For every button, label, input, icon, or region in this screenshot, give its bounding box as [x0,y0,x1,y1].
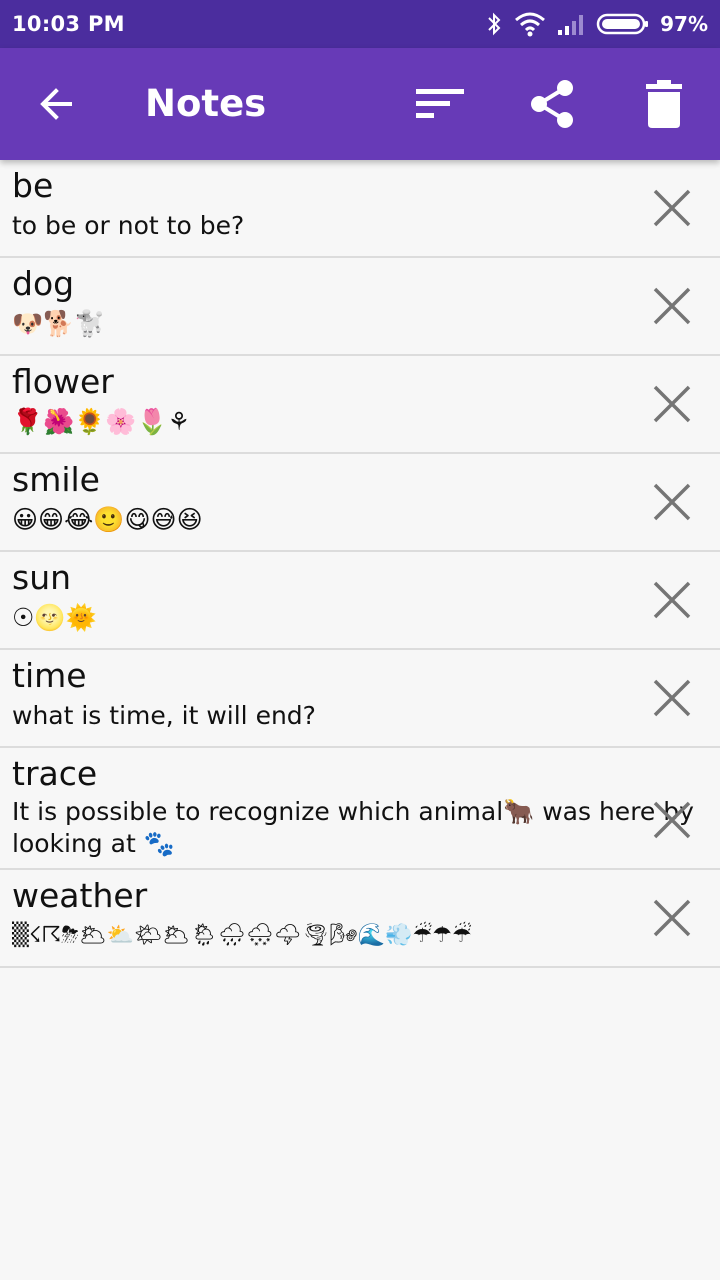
note-body: It is possible to recognize which animal… [12,797,694,858]
note-item-dog[interactable]: dog 🐶🐕🐩 [0,258,720,356]
delete-note-button[interactable] [650,578,694,622]
page-title: Notes [145,82,267,125]
status-icons: 97% [484,11,708,37]
delete-note-button[interactable] [650,186,694,230]
close-icon [653,581,691,619]
note-item-trace[interactable]: trace It is possible to recognize which … [0,748,720,870]
sort-icon [416,89,464,118]
note-title: be [12,166,54,205]
note-title: dog [12,264,75,303]
status-bar: 10:03 PM 97% [0,0,720,48]
bluetooth-icon [484,11,504,37]
delete-note-button[interactable] [650,798,694,842]
note-body: 😀😁😂🙂😋😅😆 [12,505,203,534]
note-title: flower [12,362,114,401]
signal-icon [556,12,586,36]
note-item-flower[interactable]: flower 🌹🌺🌻🌸🌷⚘ [0,356,720,454]
share-button[interactable] [522,74,582,134]
delete-note-button[interactable] [650,896,694,940]
note-item-time[interactable]: time what is time, it will end? [0,650,720,748]
notes-list: be to be or not to be? dog 🐶🐕🐩 flower 🌹🌺… [0,160,720,968]
share-icon [531,80,573,128]
sort-button[interactable] [410,78,470,130]
close-icon [653,899,691,937]
trash-icon [646,80,682,128]
delete-note-button[interactable] [650,382,694,426]
back-button[interactable] [30,78,82,130]
note-body: 🐶🐕🐩 [12,309,106,338]
back-arrow-icon [40,88,72,120]
note-body: ☉🌝🌞 [12,603,97,632]
close-icon [653,189,691,227]
delete-note-button[interactable] [650,284,694,328]
note-title: trace [12,754,98,793]
note-body: ▒☇☈⛈🌥⛅🌤🌥🌦🌧🌨🌩🌪🌬🌊💨☔☂☔ [12,923,472,948]
note-title: weather [12,876,148,915]
delete-note-button[interactable] [650,676,694,720]
close-icon [653,385,691,423]
note-item-smile[interactable]: smile 😀😁😂🙂😋😅😆 [0,454,720,552]
note-body: 🌹🌺🌻🌸🌷⚘ [12,407,191,436]
close-icon [653,801,691,839]
note-title: sun [12,558,72,597]
note-item-be[interactable]: be to be or not to be? [0,160,720,258]
battery-percent: 97% [660,12,708,36]
delete-note-button[interactable] [650,480,694,524]
close-icon [653,483,691,521]
note-title: time [12,656,87,695]
note-item-sun[interactable]: sun ☉🌝🌞 [0,552,720,650]
note-body: what is time, it will end? [12,701,316,730]
battery-icon [596,12,650,36]
note-body: to be or not to be? [12,211,245,240]
wifi-icon [514,11,546,37]
delete-all-button[interactable] [635,74,693,134]
note-title: smile [12,460,100,499]
close-icon [653,287,691,325]
close-icon [653,679,691,717]
status-time: 10:03 PM [12,12,125,36]
note-item-weather[interactable]: weather ▒☇☈⛈🌥⛅🌤🌥🌦🌧🌨🌩🌪🌬🌊💨☔☂☔ [0,870,720,968]
app-bar: Notes [0,48,720,160]
